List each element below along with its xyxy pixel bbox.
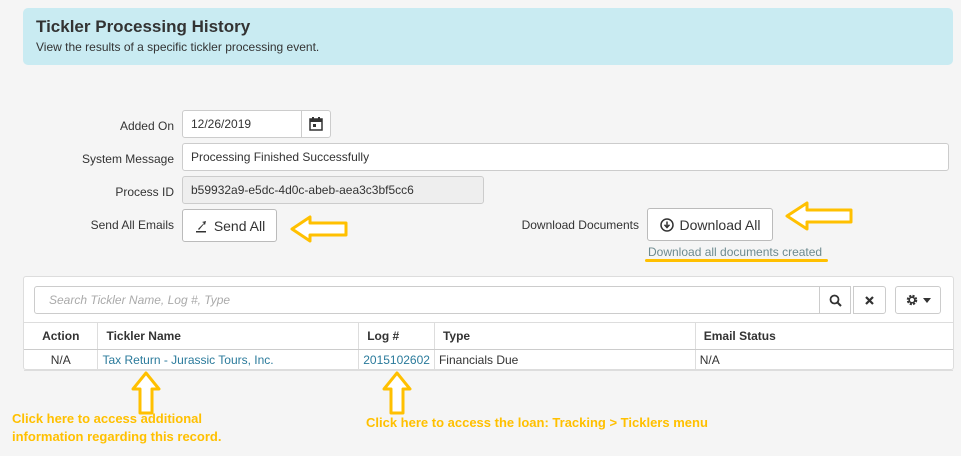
system-message-label: System Message: [81, 152, 174, 166]
calendar-icon: [309, 117, 323, 131]
annotation-left-line2: information regarding this record.: [12, 429, 222, 444]
cell-type: Financials Due: [434, 349, 696, 371]
grid-settings-button[interactable]: [895, 286, 941, 314]
log-number-link[interactable]: 2015102602: [358, 349, 435, 371]
send-all-label: Send All: [213, 217, 266, 234]
send-all-button[interactable]: Send All: [182, 209, 277, 242]
annotation-left-line1: Click here to access additional: [12, 411, 203, 426]
added-on-input[interactable]: 12/26/2019: [182, 110, 302, 138]
search-icon: [829, 294, 842, 307]
highlight-underline: [645, 259, 828, 262]
left-arrow-icon: [290, 215, 348, 243]
search-input[interactable]: Search Tickler Name, Log #, Type: [34, 286, 820, 314]
tickler-name-link[interactable]: Tax Return - Jurassic Tours, Inc.: [97, 349, 360, 371]
left-arrow-icon: [785, 201, 853, 231]
table-row: N/A Tax Return - Jurassic Tours, Inc. 20…: [24, 349, 953, 371]
tickler-grid-panel: Search Tickler Name, Log #, Type Action …: [23, 276, 954, 371]
process-id-input: b59932a9-e5dc-4d0c-abeb-aea3c3bf5cc6: [182, 176, 484, 204]
gear-icon: [906, 294, 918, 306]
cell-action: N/A: [24, 349, 99, 371]
page-header: Tickler Processing History View the resu…: [23, 8, 953, 65]
tickler-table: Action Tickler Name Log # Type Email Sta…: [24, 322, 953, 371]
download-documents-label: Download Documents: [521, 218, 639, 232]
column-header-log[interactable]: Log #: [358, 322, 435, 350]
download-all-button[interactable]: Download All: [647, 208, 773, 241]
clear-search-button[interactable]: [853, 286, 886, 314]
send-all-emails-label: Send All Emails: [90, 218, 174, 232]
process-id-label: Process ID: [115, 185, 174, 199]
close-icon: [865, 295, 874, 305]
table-header-row: Action Tickler Name Log # Type Email Sta…: [24, 322, 953, 350]
column-header-tickler-name[interactable]: Tickler Name: [97, 322, 360, 350]
added-on-label: Added On: [119, 119, 174, 133]
cell-email-status: N/A: [695, 349, 953, 371]
column-header-email-status[interactable]: Email Status: [695, 322, 953, 350]
system-message-input[interactable]: Processing Finished Successfully: [182, 143, 949, 171]
caret-down-icon: [923, 297, 931, 303]
annotation-middle: Click here to access the loan: Tracking …: [366, 415, 708, 430]
column-header-action[interactable]: Action: [24, 322, 99, 350]
column-header-type[interactable]: Type: [434, 322, 696, 350]
download-all-label: Download All: [679, 216, 761, 233]
download-circle-icon: [659, 217, 674, 232]
page-title: Tickler Processing History: [36, 17, 251, 36]
page-subtitle: View the results of a specific tickler p…: [36, 40, 320, 54]
up-arrow-icon: [382, 371, 412, 415]
search-button[interactable]: [819, 286, 851, 314]
annotation-left: Click here to access additional informat…: [12, 410, 221, 446]
calendar-button[interactable]: [301, 110, 331, 138]
send-icon: [195, 220, 206, 232]
download-all-note[interactable]: Download all documents created: [648, 245, 822, 259]
